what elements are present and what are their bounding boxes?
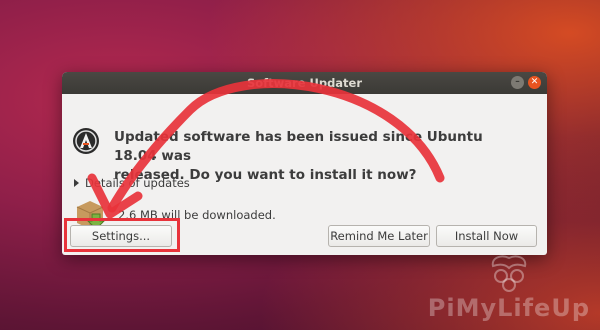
watermark-text: PiMyLifeUp [427, 294, 590, 322]
install-now-button[interactable]: Install Now [436, 225, 537, 247]
minimize-button[interactable]: – [511, 76, 524, 89]
details-expander[interactable]: Details of updates [74, 176, 190, 190]
settings-highlight-box [64, 218, 180, 252]
message-line-1: Updated software has been issued since U… [114, 129, 483, 164]
watermark: PiMyLifeUp [428, 252, 590, 322]
details-label: Details of updates [85, 176, 190, 190]
minimize-icon: – [515, 77, 520, 87]
title-bar[interactable]: Software Updater – ✕ [62, 72, 547, 94]
software-updater-icon [73, 128, 99, 154]
expander-arrow-icon [74, 179, 79, 187]
window-controls: – ✕ [511, 76, 541, 89]
close-button[interactable]: ✕ [528, 76, 541, 89]
remind-me-later-button[interactable]: Remind Me Later [328, 225, 430, 247]
close-icon: ✕ [530, 77, 539, 87]
raspberry-logo-icon [491, 255, 527, 292]
window-title: Software Updater [246, 76, 363, 90]
